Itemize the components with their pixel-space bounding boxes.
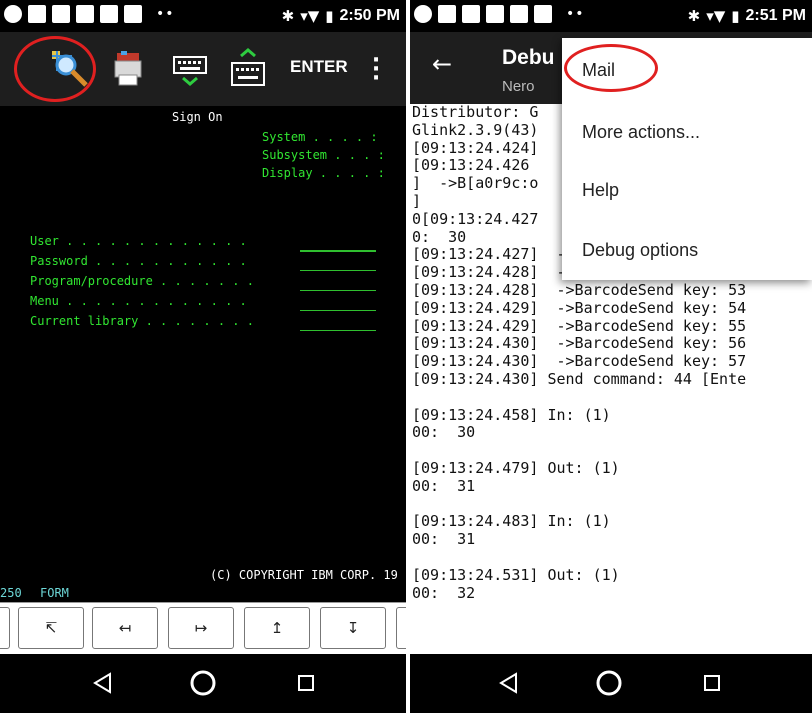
log-line: [09:13:24.429] ->BarcodeSend key: 55 xyxy=(412,317,747,335)
subsystem-label: Subsystem . . . : xyxy=(262,148,385,162)
navigation-bar xyxy=(0,654,406,713)
key-partial-right[interactable] xyxy=(396,607,406,649)
highlight-circle xyxy=(564,44,658,92)
log-line: [09:13:24.479] Out: (1) xyxy=(412,459,620,477)
toolbar: ENTER · · · xyxy=(0,32,406,106)
log-line: [09:13:24.483] In: (1) xyxy=(412,513,611,531)
library-field[interactable] xyxy=(300,330,376,331)
image-icon xyxy=(510,5,528,23)
back-arrow-icon[interactable]: ← xyxy=(432,50,452,78)
copyright-text: (C) COPYRIGHT IBM CORP. 19 xyxy=(210,568,398,582)
keyboard-down-icon xyxy=(173,56,207,86)
status-line-number: 250 xyxy=(0,586,22,600)
home-icon[interactable] xyxy=(595,669,623,697)
highlight-circle xyxy=(14,36,96,102)
overflow-menu: Mail More actions... Help Debug options xyxy=(562,38,812,280)
image-icon xyxy=(100,5,118,23)
recents-icon[interactable] xyxy=(292,669,320,697)
system-label: System . . . . : xyxy=(262,130,378,144)
screen-title: Sign On xyxy=(172,110,223,124)
log-line: [09:13:24.430] ->BarcodeSend key: 57 xyxy=(412,353,747,371)
print-button[interactable] xyxy=(108,44,148,94)
status-bar: •• ✱ ▾▼ ▮ 2:51 PM xyxy=(410,0,812,32)
bluetooth-icon: ✱ xyxy=(281,7,295,25)
back-icon[interactable] xyxy=(89,669,117,697)
home-icon[interactable] xyxy=(189,669,217,697)
user-label: User . . . . . . . . . . . . . xyxy=(30,234,247,248)
key-tab[interactable]: ↦ xyxy=(168,607,234,649)
terminal-screen: Sign On System . . . . : Subsystem . . .… xyxy=(0,106,406,602)
password-field[interactable] xyxy=(300,270,376,271)
page-subtitle: Nero xyxy=(502,78,535,95)
log-line: [09:13:24.531] Out: (1) xyxy=(412,566,620,584)
mail-icon xyxy=(52,5,70,23)
battery-icon: ▮ xyxy=(325,7,334,25)
menu-item-help[interactable]: Help xyxy=(582,180,619,201)
log-line: 00: 31 xyxy=(412,477,476,495)
program-field[interactable] xyxy=(300,290,376,291)
left-screen: •• ✱ ▾▼ ▮ 2:50 PM ENTER · · · Sign On Sy… xyxy=(0,0,406,713)
user-field[interactable] xyxy=(300,250,376,252)
key-down[interactable]: ↧ xyxy=(320,607,386,649)
enter-button[interactable]: ENTER xyxy=(290,57,348,77)
keyboard-show-button[interactable] xyxy=(226,44,270,94)
library-label: Current library . . . . . . . . xyxy=(30,314,254,328)
status-form: FORM xyxy=(40,586,69,600)
mail-icon xyxy=(462,5,480,23)
log-line: [09:13:24.430] ->BarcodeSend key: 56 xyxy=(412,335,747,353)
back-icon[interactable] xyxy=(495,669,523,697)
menu-item-debug-options[interactable]: Debug options xyxy=(582,240,698,261)
log-line: [09:13:24.429] ->BarcodeSend key: 54 xyxy=(412,299,747,317)
wifi-icon: ▾▼ xyxy=(300,7,320,25)
log-line: 00: 30 xyxy=(412,424,476,442)
keyboard-hide-button[interactable] xyxy=(168,44,212,94)
clock: 2:50 PM xyxy=(339,7,400,24)
keyboard-up-icon xyxy=(231,48,265,86)
more-notifications-icon: •• xyxy=(156,6,175,22)
printer-icon xyxy=(114,51,142,86)
gmail-icon xyxy=(76,5,94,23)
wifi-icon: ▾▼ xyxy=(706,7,726,25)
log-line: [09:13:24.428] ->BarcodeSend key: 53 xyxy=(412,281,747,299)
app-icon xyxy=(438,5,456,23)
key-backtab[interactable]: ↤ xyxy=(92,607,158,649)
menu-item-more-actions[interactable]: More actions... xyxy=(582,122,700,143)
more-notifications-icon: •• xyxy=(566,6,585,22)
calendar-icon xyxy=(124,5,142,23)
log-line: [09:13:24.430] Send command: 44 [Ente xyxy=(412,370,747,388)
key-partial[interactable] xyxy=(0,607,10,649)
calendar-icon xyxy=(534,5,552,23)
menu-field[interactable] xyxy=(300,310,376,311)
display-label: Display . . . . : xyxy=(262,166,385,180)
bluetooth-icon: ✱ xyxy=(687,7,701,25)
menu-label: Menu . . . . . . . . . . . . . xyxy=(30,294,247,308)
function-key-bar: ↸ ↤ ↦ ↥ ↧ xyxy=(0,602,406,654)
right-screen: •• ✱ ▾▼ ▮ 2:51 PM ← Debu Nero Distributo… xyxy=(410,0,812,713)
program-label: Program/procedure . . . . . . . xyxy=(30,274,254,288)
app-icon xyxy=(28,5,46,23)
key-home[interactable]: ↸ xyxy=(18,607,84,649)
notification-icon xyxy=(414,5,432,23)
recents-icon[interactable] xyxy=(698,669,726,697)
overflow-menu-icon[interactable]: · · · xyxy=(370,50,382,90)
log-line: [09:13:24.458] In: (1) xyxy=(412,406,611,424)
clock: 2:51 PM xyxy=(745,7,806,24)
status-bar: •• ✱ ▾▼ ▮ 2:50 PM xyxy=(0,0,406,32)
log-line: 00: 32 xyxy=(412,584,476,602)
password-label: Password . . . . . . . . . . . xyxy=(30,254,247,268)
navigation-bar xyxy=(410,654,812,713)
key-up[interactable]: ↥ xyxy=(244,607,310,649)
page-title: Debu xyxy=(502,46,555,69)
gmail-icon xyxy=(486,5,504,23)
log-line: 00: 31 xyxy=(412,531,476,549)
notification-icon xyxy=(4,5,22,23)
battery-icon: ▮ xyxy=(731,7,740,25)
